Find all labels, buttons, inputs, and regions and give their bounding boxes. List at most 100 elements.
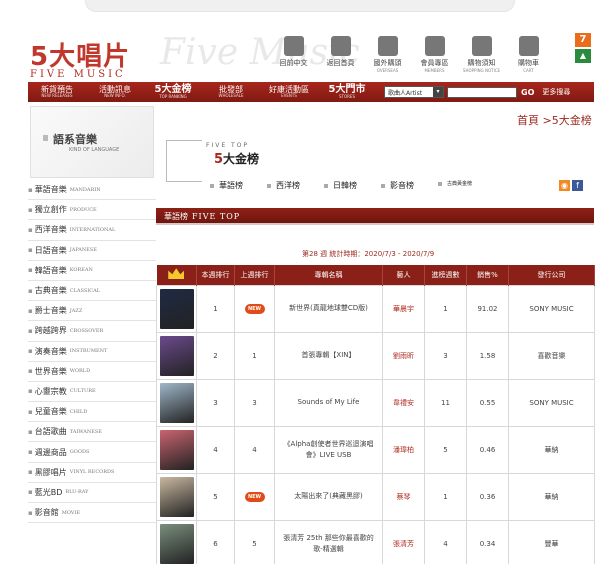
sidebar-item-jazz[interactable]: ▪ 爵士音樂 JAZZ bbox=[28, 301, 156, 322]
top-link-1[interactable]: 返回首頁 bbox=[317, 36, 364, 73]
sidebar-item-taiwanese[interactable]: ▪ 台語歌曲 TAIWANESE bbox=[28, 422, 156, 443]
go-button[interactable]: GO bbox=[521, 88, 534, 97]
artist-cell[interactable]: 劉雨昕 bbox=[382, 331, 425, 380]
seven-eleven-icon[interactable]: 7 ▲ bbox=[575, 33, 591, 63]
breadcrumb[interactable]: 首頁 >5大金榜 bbox=[517, 112, 592, 128]
sidebar-item-japanese[interactable]: ▪ 日語音樂 JAPANESE bbox=[28, 241, 156, 261]
table-body: 1 NEW 新世界(真龍地球雙CD版) 華晨宇 1 91.02 SONY MUSIC 2 1 首張… bbox=[156, 284, 595, 564]
chart-tabs: 華語榜 西洋榜 日韓榜 影音榜 古典黃金榜 bbox=[210, 180, 496, 191]
sidebar-item-blu-ray[interactable]: ▪ 藍光BD BLU-RAY bbox=[28, 483, 156, 503]
album-cell[interactable]: 首張專輯【XIN】 bbox=[274, 331, 383, 380]
artist-cell[interactable]: 蔡琴 bbox=[382, 472, 425, 521]
more-search-link[interactable]: 更多搜尋 bbox=[542, 87, 570, 97]
album-cell[interactable]: Sounds of My Life bbox=[274, 378, 383, 427]
nav-item-0[interactable]: 新貨預告 NEW RELEASES bbox=[28, 86, 86, 98]
table-row[interactable]: 2 1 首張專輯【XIN】 劉雨昕 3 1.58 喜歡音樂 bbox=[156, 331, 595, 380]
album-cell[interactable]: 太陽出來了(典藏黑膠) bbox=[274, 472, 383, 521]
bullet-icon: ▪ bbox=[28, 225, 33, 234]
top-link-0[interactable]: 回前中文 bbox=[270, 36, 317, 73]
sidebar-item-sub: CHILD bbox=[69, 408, 88, 415]
top-link-sub: SHOPPING NOTICE bbox=[462, 68, 501, 73]
bullet-icon: ▪ bbox=[28, 508, 33, 517]
artist-cell[interactable]: 潘瑋柏 bbox=[382, 425, 425, 474]
column-header: 進榜週數 bbox=[424, 265, 467, 285]
nav-item-5[interactable]: 5大門市 STORES bbox=[318, 85, 376, 99]
top-link-5[interactable]: 購物車 CART bbox=[505, 36, 552, 73]
sidebar-item-mandarin[interactable]: ▪ 華語音樂 MANDARIN bbox=[28, 180, 156, 201]
album-cell[interactable]: 新世界(真龍地球雙CD版) bbox=[274, 284, 383, 333]
nav-item-3[interactable]: 批發部 WHOLESALE bbox=[202, 86, 260, 98]
sidebar-item-world[interactable]: ▪ 世界音樂 WORLD bbox=[28, 362, 156, 382]
sidebar-item-sub: TAIWANESE bbox=[69, 428, 102, 435]
tab-1[interactable]: 西洋榜 bbox=[267, 180, 300, 191]
section-title-en: FIVE TOP bbox=[192, 212, 241, 221]
artist-cell[interactable]: 張清芳 bbox=[382, 519, 425, 564]
tab-4[interactable]: 古典黃金榜 bbox=[438, 180, 472, 191]
album-cover-image[interactable] bbox=[159, 523, 194, 564]
album-cover-image[interactable] bbox=[159, 288, 194, 329]
sidebar-item-international[interactable]: ▪ 西洋音樂 INTERNATIONAL bbox=[28, 220, 156, 241]
top-link-sub: MEMBERS bbox=[424, 68, 445, 73]
table-row[interactable]: 5 NEW 太陽出來了(典藏黑膠) 蔡琴 1 0.36 華納 bbox=[156, 472, 595, 521]
tab-label: 影音榜 bbox=[390, 181, 414, 190]
album-cover-image[interactable] bbox=[159, 382, 194, 423]
address-pill[interactable] bbox=[85, 0, 515, 12]
side-banner: 語系音樂 KIND OF LANGUAGE bbox=[30, 106, 154, 178]
table-row[interactable]: 3 3 Sounds of My Life 韋禮安 11 0.55 SONY MUSIC bbox=[156, 378, 595, 427]
sidebar-item-sub: WORLD bbox=[69, 368, 91, 375]
table-row[interactable]: 1 NEW 新世界(真龍地球雙CD版) 華晨宇 1 91.02 SONY MUSIC bbox=[156, 284, 595, 333]
sidebar-item-sub: MANDARIN bbox=[69, 186, 101, 193]
search-type-select[interactable]: 歌曲人Artist ▾ bbox=[384, 86, 444, 98]
table-header: 本週排行 上週排行 專輯名稱 藝人 進榜週數 銷售% 發行公司 bbox=[156, 265, 595, 285]
sidebar-item-label: 週邊商品 bbox=[34, 447, 67, 457]
sidebar-item-child[interactable]: ▪ 兒童音樂 CHILD bbox=[28, 402, 156, 423]
tab-3[interactable]: 影音榜 bbox=[381, 180, 414, 191]
table-row[interactable]: 4 4 《Alpha創使者世界巡迴演唱會》LIVE USB 潘瑋柏 5 0.46 華納 bbox=[156, 425, 595, 474]
sidebar-item-instrument[interactable]: ▪ 演奏音樂 INSTRUMENT bbox=[28, 342, 156, 362]
share-icons: ◉ f bbox=[557, 180, 583, 191]
title-bracket bbox=[166, 140, 202, 182]
nav-item-sub: NEW RELEASES bbox=[41, 93, 73, 98]
top-link-4[interactable]: 購物須知 SHOPPING NOTICE bbox=[458, 36, 505, 73]
cover-cell bbox=[156, 378, 197, 427]
artist-cell[interactable]: 韋禮安 bbox=[382, 378, 425, 427]
sidebar-item-culture[interactable]: ▪ 心靈宗教 CULTURE bbox=[28, 382, 156, 403]
sidebar-item-sub: VINYL RECORDS bbox=[69, 469, 115, 476]
sidebar-item-classical[interactable]: ▪ 古典音樂 CLASSICAL bbox=[28, 281, 156, 302]
column-header: 銷售% bbox=[466, 265, 509, 285]
album-cover-image[interactable] bbox=[159, 429, 194, 470]
top-link-label: 返回首頁 bbox=[326, 59, 355, 67]
album-cell[interactable]: 《Alpha創使者世界巡迴演唱會》LIVE USB bbox=[274, 425, 383, 474]
sidebar-item-produce[interactable]: ▪ 獨立創作 PRODUCE bbox=[28, 200, 156, 221]
airplane-icon bbox=[377, 36, 398, 56]
tab-0[interactable]: 華語榜 bbox=[210, 180, 243, 191]
sidebar-item-label: 爵士音樂 bbox=[34, 306, 67, 316]
nav-item-2[interactable]: 5大金榜 TOP RANKING bbox=[144, 85, 202, 99]
header-crown-cell bbox=[156, 265, 197, 285]
nav-item-4[interactable]: 好康活動區 EVENTS bbox=[260, 86, 318, 98]
sidebar-item-vinyl-records[interactable]: ▪ 黑膠唱片 VINYL RECORDS bbox=[28, 463, 156, 483]
sidebar-item-label: 世界音樂 bbox=[34, 366, 67, 376]
album-cell[interactable]: 張清芳 25th 那些你最喜歡的歌-精選輯 bbox=[274, 519, 383, 564]
tab-2[interactable]: 日韓榜 bbox=[324, 180, 357, 191]
table-row[interactable]: 6 5 張清芳 25th 那些你最喜歡的歌-精選輯 張清芳 4 0.34 豐華 bbox=[156, 519, 595, 564]
facebook-icon[interactable]: f bbox=[572, 180, 583, 191]
album-cover-image[interactable] bbox=[159, 335, 194, 376]
top-link-2[interactable]: 國外購頭 OVERSEAS bbox=[364, 36, 411, 73]
site-logo[interactable]: 5大唱片 FIVE MUSIC bbox=[30, 36, 130, 80]
search-type-value: 歌曲人Artist bbox=[388, 89, 423, 97]
album-cover-image[interactable] bbox=[159, 476, 194, 517]
sidebar-item-movie[interactable]: ▪ 影音館 MOVIE bbox=[28, 503, 156, 524]
sidebar-item-goods[interactable]: ▪ 週邊商品 GOODS bbox=[28, 442, 156, 463]
last-week-cell: 5 bbox=[234, 519, 275, 564]
bullet-icon: ▪ bbox=[28, 387, 33, 396]
top-link-3[interactable]: 會員專區 MEMBERS bbox=[411, 36, 458, 73]
sidebar-item-crossover[interactable]: ▪ 跨越跨界 CROSSOVER bbox=[28, 321, 156, 342]
cover-cell bbox=[156, 284, 197, 333]
sidebar-item-korean[interactable]: ▪ 韓語音樂 KOREAN bbox=[28, 261, 156, 281]
search-input[interactable] bbox=[447, 86, 517, 98]
artist-cell[interactable]: 華晨宇 bbox=[382, 284, 425, 333]
nav-item-1[interactable]: 活動訊息 NEW INFO. bbox=[86, 86, 144, 98]
sidebar-item-sub: CROSSOVER bbox=[69, 327, 104, 334]
rss-icon[interactable]: ◉ bbox=[559, 180, 570, 191]
